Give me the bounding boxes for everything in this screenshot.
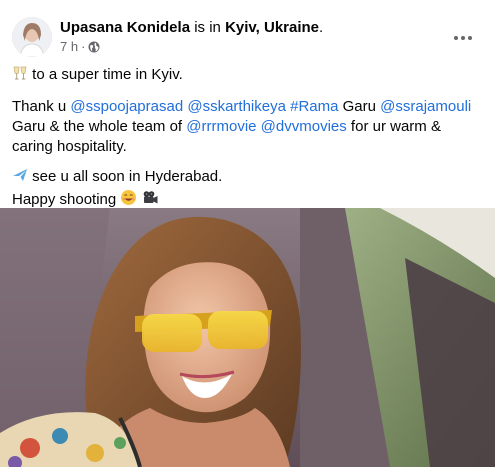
message-text: Thank u (12, 98, 71, 115)
clinking-glasses-icon (12, 65, 28, 87)
mention-sspoojaprasad[interactable]: @sspoojaprasad (70, 98, 183, 115)
message-text: Garu (338, 98, 381, 115)
mention-sskarthikeya[interactable]: @sskarthikeya (187, 98, 286, 115)
post-message: to a super time in Kyiv. Thank u @sspooj… (12, 65, 482, 222)
more-horizontal-icon (454, 27, 472, 45)
airplane-icon (12, 167, 28, 189)
location-period: . (319, 19, 324, 36)
author-name[interactable]: Upasana Konidela (60, 19, 190, 36)
location-connector: is in (194, 19, 221, 36)
message-line-2: Thank u @sspoojaprasad @sskarthikeya #Ra… (12, 97, 482, 157)
mention-dvvmovies[interactable]: @dvvmovies (261, 118, 347, 135)
author-avatar[interactable] (12, 17, 52, 57)
more-options-button[interactable] (451, 26, 475, 46)
message-line-4-text: Happy shooting (12, 191, 121, 208)
mention-rrrmovie[interactable]: @rrrmovie (186, 118, 256, 135)
post-photo[interactable] (0, 208, 495, 467)
post-header: Upasana Konidela is in Kyiv, Ukraine. 7 … (0, 0, 495, 64)
message-line-3-text: see u all soon in Hyderabad. (28, 168, 223, 185)
message-line-1: to a super time in Kyiv. (12, 65, 482, 87)
globe-icon[interactable] (88, 41, 100, 53)
author-line: Upasana Konidela is in Kyiv, Ukraine. (60, 18, 323, 38)
message-line-3: see u all soon in Hyderabad. Happy shoot… (12, 167, 482, 212)
post-meta: 7 h · (60, 39, 100, 55)
message-line-1-text: to a super time in Kyiv. (28, 66, 183, 83)
hashtag-rama[interactable]: #Rama (290, 98, 338, 115)
meta-separator: · (81, 39, 86, 54)
message-text: Garu & the whole team of (12, 118, 187, 135)
location-link[interactable]: Kyiv, Ukraine (225, 19, 319, 36)
post-timestamp[interactable]: 7 h (60, 39, 78, 55)
mention-ssrajamouli[interactable]: @ssrajamouli (380, 98, 471, 115)
